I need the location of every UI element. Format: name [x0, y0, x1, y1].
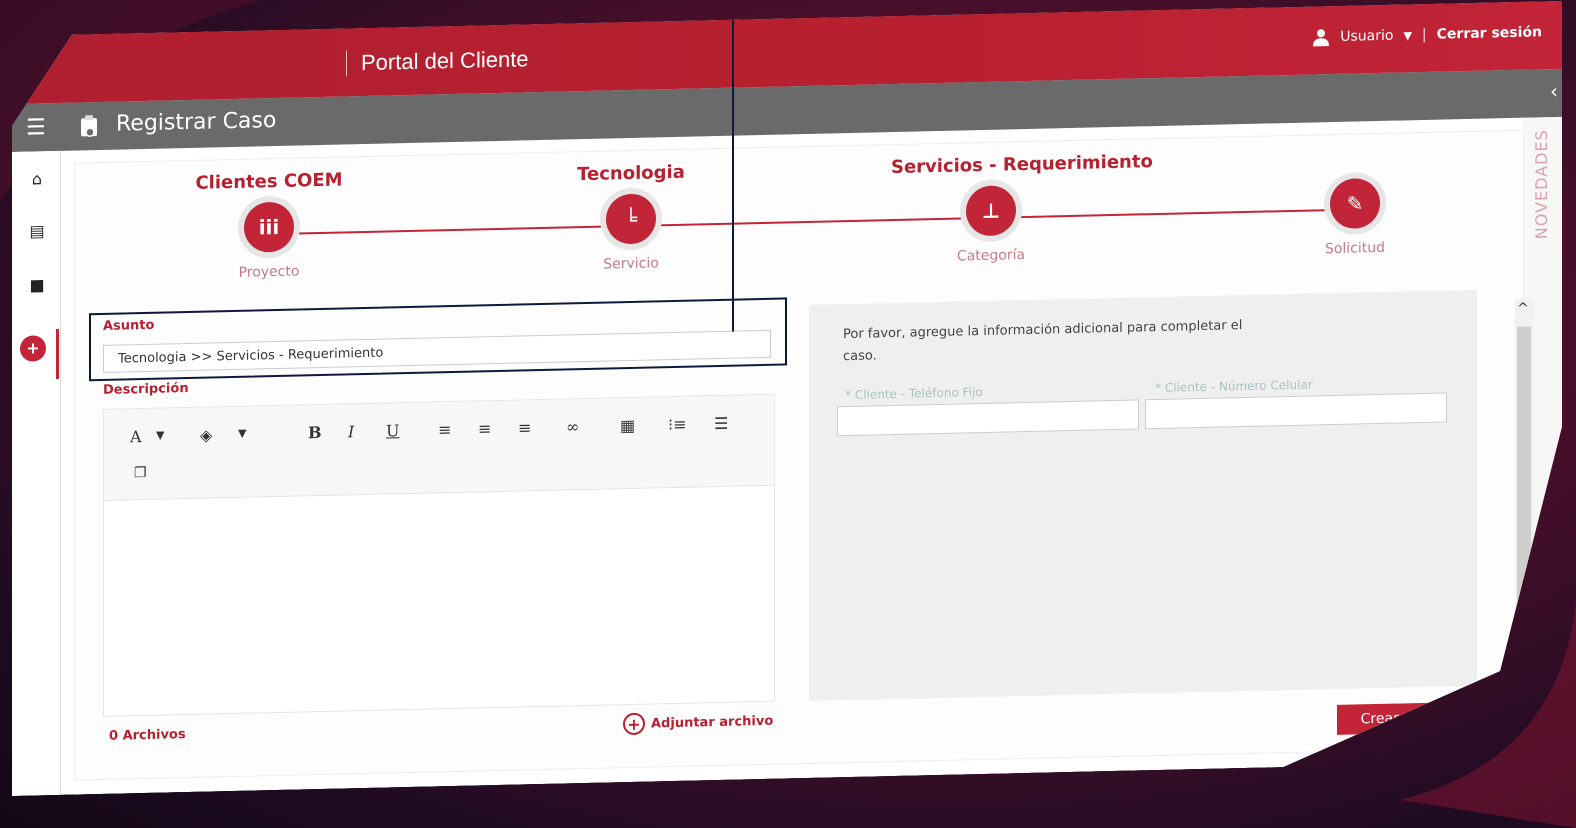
- logout-link[interactable]: Cerrar sesión: [1437, 24, 1542, 42]
- step-label: Solicitud: [1324, 239, 1386, 258]
- service-icon: ╘: [606, 193, 656, 244]
- step-solicitud[interactable]: ✎ Solicitud: [1255, 144, 1455, 259]
- clipboard-nav-icon[interactable]: ▤: [26, 221, 48, 243]
- justify-icon[interactable]: ▦: [620, 416, 635, 435]
- info-message: Por favor, agregue la información adicio…: [843, 318, 1243, 365]
- chevron-down-icon[interactable]: ▼: [238, 427, 246, 440]
- news-tab-label: NOVEDADES: [1532, 129, 1551, 240]
- app-window: Portal del Cliente Usuario ▼ | Cerrar se…: [12, 1, 1562, 796]
- additional-info-panel: Por favor, agregue la información adicio…: [809, 290, 1477, 701]
- step-label: Categoría: [956, 247, 1026, 265]
- mobile-input[interactable]: [1145, 392, 1447, 429]
- attach-file-label: Adjuntar archivo: [651, 713, 774, 731]
- step-title: Tecnologia: [577, 161, 685, 186]
- italic-button[interactable]: I: [348, 422, 354, 441]
- clipboard-icon: [78, 114, 100, 138]
- portal-title: Portal del Cliente: [346, 46, 529, 76]
- home-icon[interactable]: ⌂: [26, 169, 48, 191]
- collapse-panel-icon[interactable]: ‹: [1550, 79, 1558, 103]
- step-categoria[interactable]: Servicios - Requerimiento ⊥ Categoría: [891, 153, 1091, 267]
- step-servicio[interactable]: Tecnologia ╘ Servicio: [531, 161, 731, 275]
- files-count: 0 Archivos: [109, 727, 186, 744]
- attach-file-button[interactable]: + Adjuntar archivo: [623, 710, 773, 735]
- add-circle-icon: +: [623, 713, 645, 735]
- stepper-line: [269, 208, 1363, 235]
- landline-label: * Cliente - Teléfono Fijo: [845, 384, 983, 403]
- page-title: Registrar Caso: [116, 108, 277, 137]
- align-right-icon[interactable]: ≡: [518, 418, 531, 437]
- chevron-down-icon[interactable]: ▼: [156, 429, 164, 442]
- align-left-icon[interactable]: ≡: [438, 420, 451, 439]
- step-title: Servicios - Requerimiento: [891, 151, 1153, 179]
- editor-toolbar: A ▼ ◈ ▼ B I U ≡ ≡ ≡ ∞ ▦ ⁝≡ ☰ ❐: [104, 395, 774, 501]
- people-icon: ііі: [244, 202, 294, 253]
- chevron-down-icon[interactable]: ▼: [1403, 29, 1411, 42]
- callout-pointer-line: [732, 20, 734, 332]
- mobile-label: * Cliente - Número Celular: [1155, 377, 1313, 396]
- highlight-color-icon[interactable]: ◈: [200, 425, 212, 444]
- hierarchy-icon: ⊥: [966, 185, 1016, 236]
- left-sidebar: ⌂ ▤ ■ +: [12, 151, 61, 796]
- bold-button[interactable]: B: [308, 423, 322, 442]
- main-content: Clientes COEM ііі Proyecto Tecnologia ╘ …: [74, 130, 1524, 781]
- document-edit-icon: ✎: [1330, 178, 1380, 229]
- ordered-list-icon[interactable]: ⁝≡: [668, 415, 687, 434]
- fullscreen-icon[interactable]: ❐: [134, 465, 147, 481]
- step-title: [1255, 144, 1455, 171]
- chevron-up-icon[interactable]: ^: [1517, 301, 1529, 317]
- user-icon: [1312, 28, 1330, 46]
- user-menu[interactable]: Usuario: [1340, 28, 1393, 45]
- align-center-icon[interactable]: ≡: [478, 419, 491, 438]
- description-label: Descripción: [103, 380, 189, 398]
- user-area: Usuario ▼ | Cerrar sesión: [1312, 23, 1542, 46]
- callout-highlight: [89, 297, 787, 381]
- font-color-button[interactable]: A: [130, 427, 142, 446]
- step-label: Proyecto: [238, 263, 300, 281]
- landline-input[interactable]: [837, 399, 1139, 436]
- step-label: Servicio: [603, 255, 659, 273]
- book-icon[interactable]: ■: [26, 275, 48, 297]
- link-icon[interactable]: ∞: [566, 417, 579, 436]
- active-indicator: [56, 329, 59, 379]
- step-proyecto[interactable]: Clientes COEM ііі Proyecto: [169, 169, 369, 283]
- header-separator: |: [1421, 26, 1427, 44]
- step-title: Clientes COEM: [195, 169, 343, 194]
- unordered-list-icon[interactable]: ☰: [714, 414, 728, 433]
- hamburger-menu-icon[interactable]: ☰: [26, 115, 46, 140]
- add-case-icon[interactable]: +: [20, 335, 46, 362]
- underline-button[interactable]: U: [386, 421, 399, 440]
- rich-text-editor[interactable]: A ▼ ◈ ▼ B I U ≡ ≡ ≡ ∞ ▦ ⁝≡ ☰ ❐: [103, 394, 775, 717]
